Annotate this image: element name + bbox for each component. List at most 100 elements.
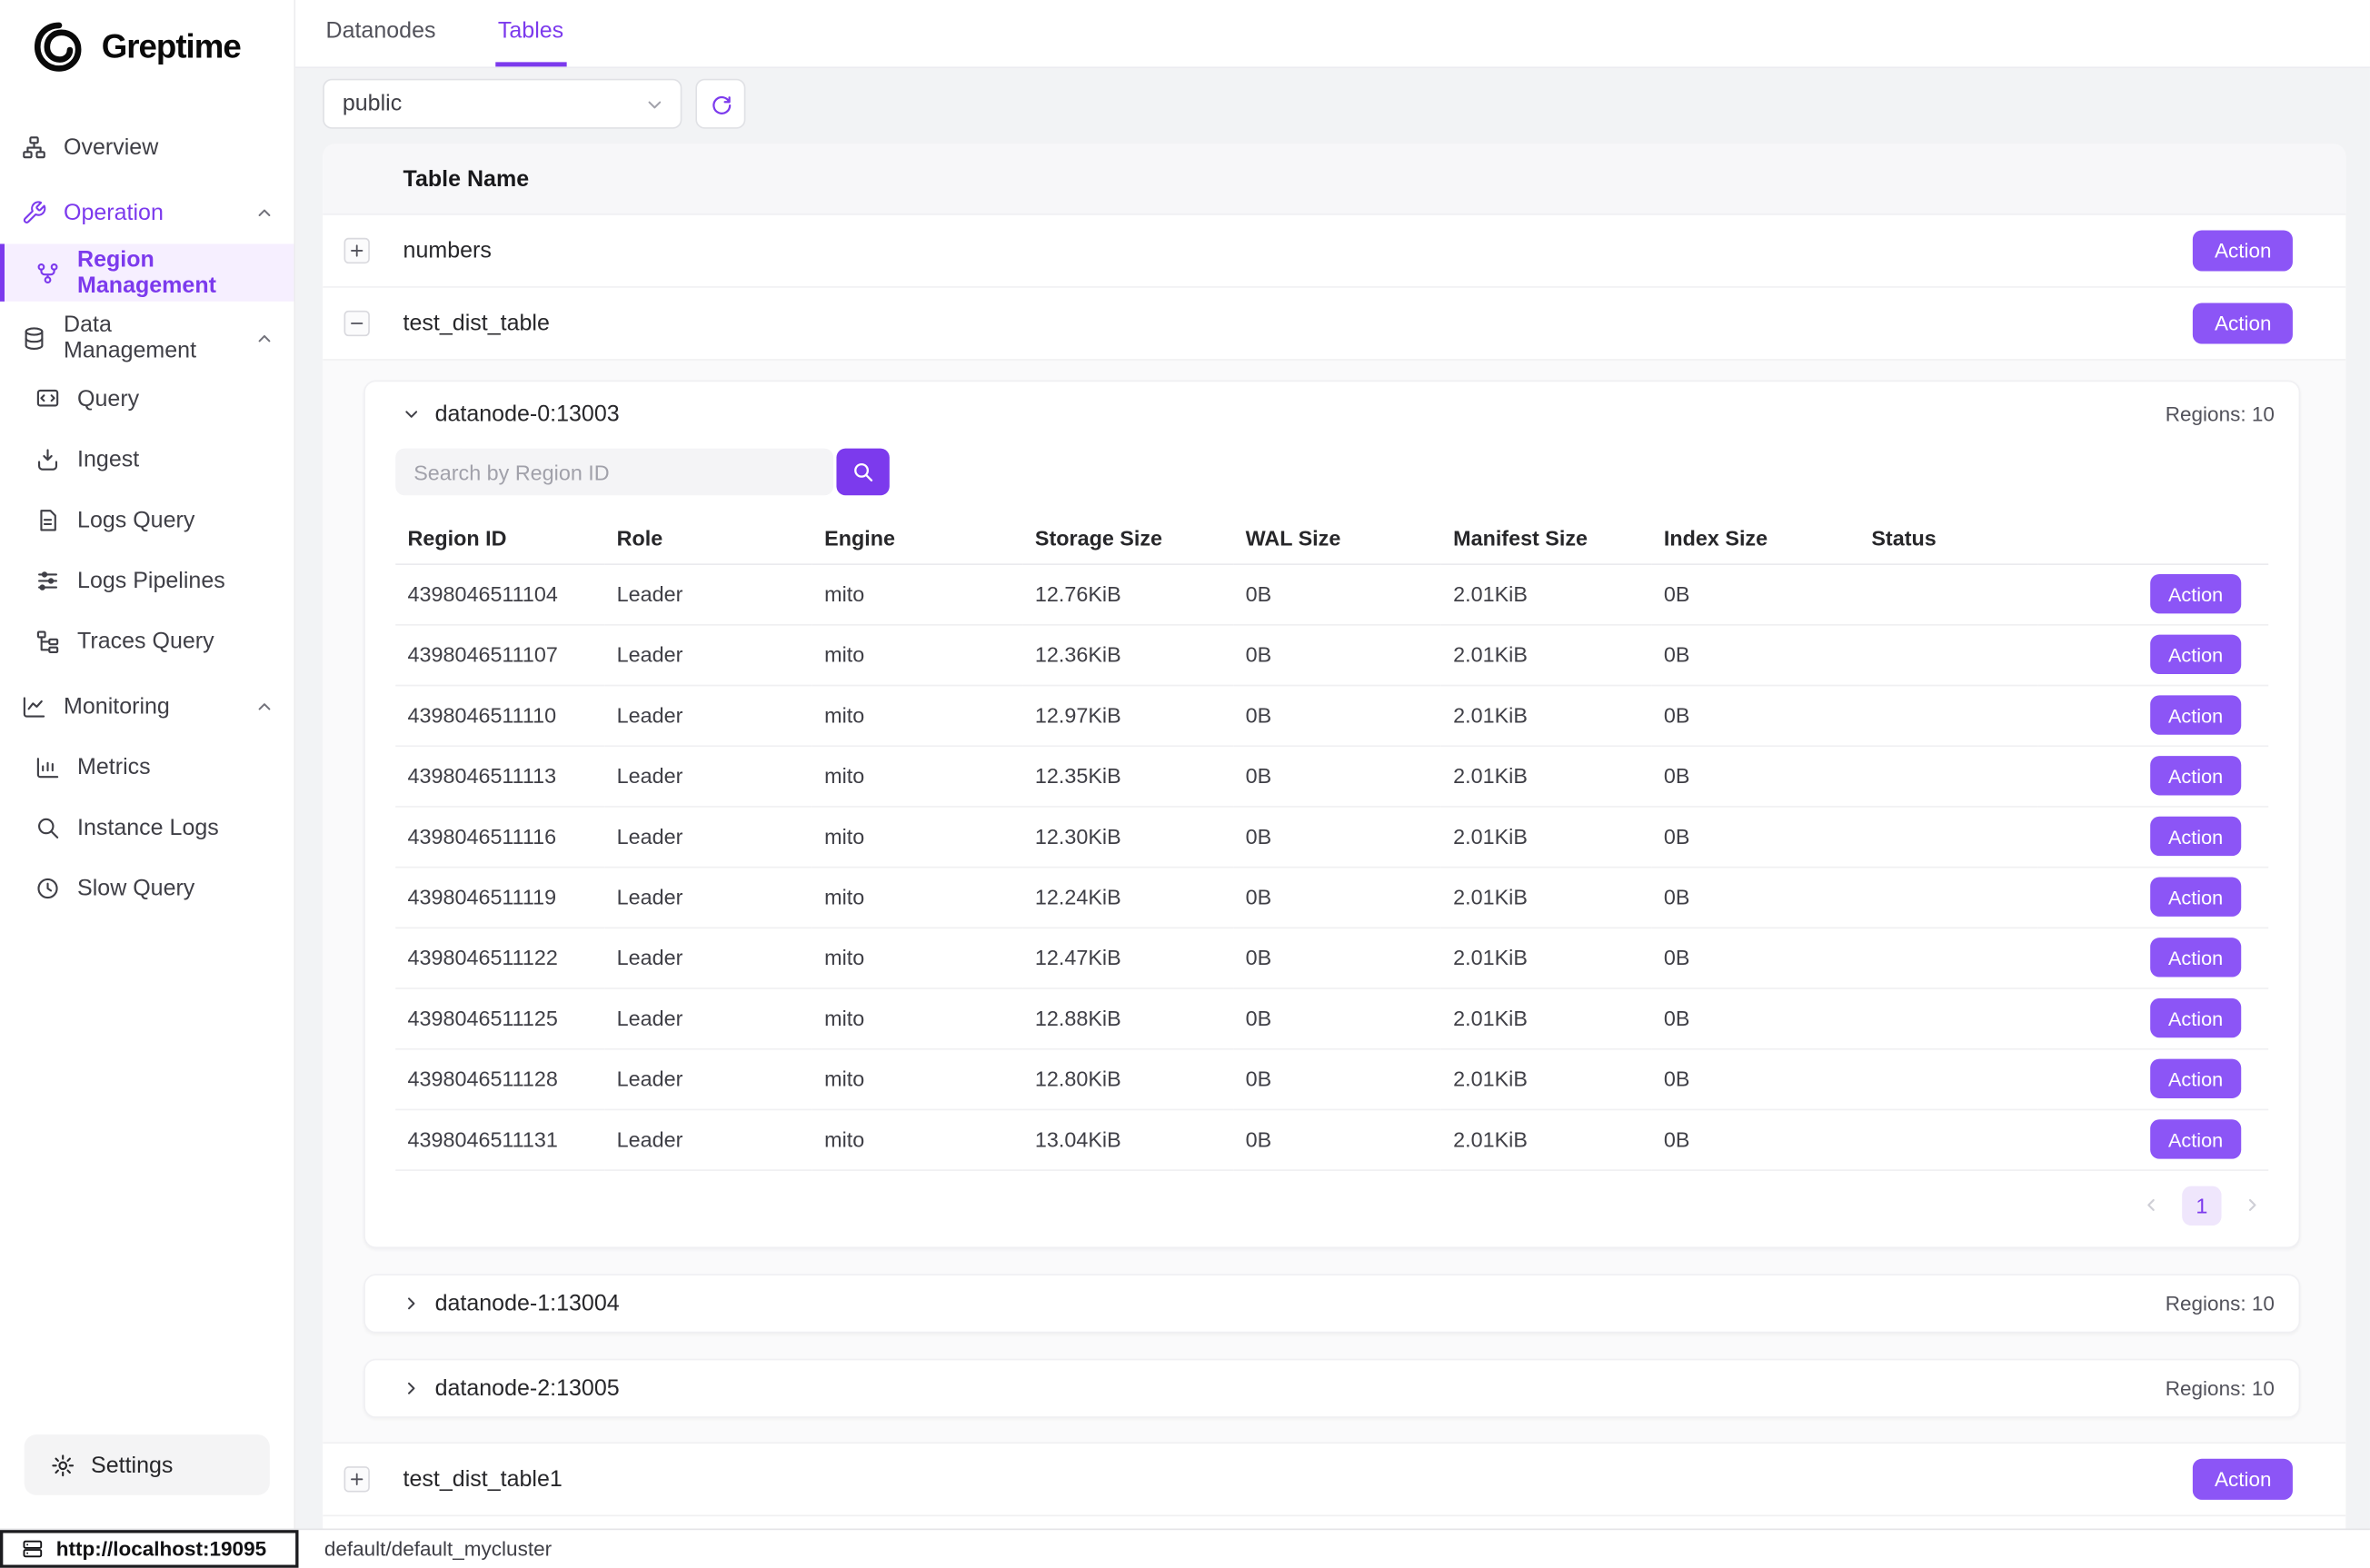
- cell-wal: 0B: [1233, 987, 1440, 1048]
- chevron-up-icon: [254, 203, 274, 223]
- region-branch-icon: [35, 260, 60, 285]
- action-button[interactable]: Action: [2150, 938, 2241, 977]
- page-number[interactable]: 1: [2182, 1186, 2221, 1225]
- line-chart-icon: [21, 693, 46, 719]
- cell-status: [1859, 745, 2038, 806]
- region-row: 4398046511113 Leader mito 12.35KiB 0B 2.…: [395, 745, 2268, 806]
- next-page-icon[interactable]: [2243, 1196, 2263, 1216]
- cell-index: 0B: [1652, 867, 1859, 928]
- action-button[interactable]: Action: [2194, 303, 2293, 344]
- cell-wal: 0B: [1233, 928, 1440, 988]
- sidebar-item-region-management[interactable]: Region Management: [0, 243, 294, 301]
- sidebar-item-operation[interactable]: Operation: [0, 184, 294, 241]
- brand-logo[interactable]: Greptime: [0, 0, 294, 94]
- action-button[interactable]: Action: [2150, 998, 2241, 1037]
- cell-manifest: 2.01KiB: [1441, 1048, 1652, 1109]
- collapse-minus-icon[interactable]: [344, 311, 370, 336]
- expand-plus-icon[interactable]: [344, 1465, 370, 1491]
- tables-page: public Table Name: [295, 68, 2370, 1528]
- region-row: 4398046511122 Leader mito 12.47KiB 0B 2.…: [395, 928, 2268, 988]
- statusbar: http://localhost:19095 default/default_m…: [0, 1529, 2370, 1568]
- cell-role: Leader: [604, 624, 812, 685]
- cell-status: [1859, 1048, 2038, 1109]
- datanode-header[interactable]: datanode-2:13005 Regions: 10: [365, 1360, 2299, 1416]
- greptime-spiral-icon: [30, 18, 87, 75]
- sidebar-item-ingest[interactable]: Ingest: [0, 431, 294, 488]
- cell-wal: 0B: [1233, 685, 1440, 746]
- action-button[interactable]: Action: [2150, 817, 2241, 856]
- cell-storage: 12.36KiB: [1023, 624, 1234, 685]
- sidebar-item-label: Region Management: [77, 247, 294, 299]
- cell-storage: 12.30KiB: [1023, 806, 1234, 867]
- action-button[interactable]: Action: [2194, 1458, 2293, 1499]
- cell-region-id: 4398046511122: [395, 928, 604, 988]
- region-header-row: Region ID Role Engine Storage Size WAL S…: [395, 513, 2268, 563]
- database-icon: [21, 325, 46, 351]
- expand-column: [323, 238, 403, 263]
- sidebar-item-logs-query[interactable]: Logs Query: [0, 491, 294, 548]
- regions-count: Regions: 10: [2166, 1376, 2275, 1399]
- chevron-right-icon: [402, 1378, 422, 1398]
- datanode-card: datanode-1:13004 Regions: 10: [363, 1274, 2300, 1333]
- chevron-down-icon: [402, 403, 422, 423]
- cell-role: Leader: [604, 685, 812, 746]
- settings-button[interactable]: Settings: [25, 1434, 270, 1495]
- pipeline-sliders-icon: [35, 567, 60, 592]
- action-button[interactable]: Action: [2150, 574, 2241, 613]
- sidebar-item-slow-query[interactable]: Slow Query: [0, 858, 294, 916]
- column-header-region-id: Region ID: [395, 513, 604, 563]
- refresh-button[interactable]: [695, 79, 745, 129]
- magnifier-icon: [35, 814, 60, 839]
- tab-tables[interactable]: Tables: [495, 0, 567, 66]
- cell-manifest: 2.01KiB: [1441, 928, 1652, 988]
- datanode-header[interactable]: datanode-0:13003 Regions: 10: [365, 382, 2299, 445]
- action-button[interactable]: Action: [2194, 230, 2293, 271]
- action-button[interactable]: Action: [2150, 756, 2241, 795]
- cell-engine: mito: [812, 685, 1023, 746]
- cell-wal: 0B: [1233, 867, 1440, 928]
- region-row: 4398046511131 Leader mito 13.04KiB 0B 2.…: [395, 1109, 2268, 1170]
- region-search-input[interactable]: [395, 449, 833, 496]
- action-button[interactable]: Action: [2150, 1119, 2241, 1158]
- gear-icon: [50, 1452, 75, 1477]
- sidebar-item-label: Overview: [64, 134, 158, 160]
- sidebar-item-instance-logs[interactable]: Instance Logs: [0, 799, 294, 856]
- main-row: Greptime Overview Operation Region Manag…: [0, 0, 2370, 1529]
- expand-column: [323, 1465, 403, 1491]
- cell-engine: mito: [812, 806, 1023, 867]
- cell-region-id: 4398046511125: [395, 987, 604, 1048]
- sidebar-item-overview[interactable]: Overview: [0, 118, 294, 175]
- tab-datanodes[interactable]: Datanodes: [323, 0, 439, 66]
- search-button[interactable]: [836, 449, 889, 496]
- cell-storage: 12.47KiB: [1023, 928, 1234, 988]
- action-button[interactable]: Action: [2150, 695, 2241, 734]
- sidebar-item-traces-query[interactable]: Traces Query: [0, 612, 294, 670]
- cell-region-id: 4398046511116: [395, 806, 604, 867]
- cell-status: [1859, 685, 2038, 746]
- action-button[interactable]: Action: [2150, 1059, 2241, 1098]
- cell-engine: mito: [812, 928, 1023, 988]
- database-select[interactable]: public: [323, 79, 682, 129]
- prev-page-icon[interactable]: [2141, 1196, 2161, 1216]
- sidebar-item-query[interactable]: Query: [0, 370, 294, 427]
- cell-region-id: 4398046511113: [395, 745, 604, 806]
- sidebar-item-monitoring[interactable]: Monitoring: [0, 677, 294, 734]
- cluster-overview-icon: [21, 134, 46, 160]
- sidebar-item-metrics[interactable]: Metrics: [0, 738, 294, 795]
- sidebar-item-data-management[interactable]: Data Management: [0, 309, 294, 366]
- cell-storage: 12.88KiB: [1023, 987, 1234, 1048]
- sidebar-item-label: Instance Logs: [77, 814, 219, 839]
- sidebar-item-logs-pipelines[interactable]: Logs Pipelines: [0, 551, 294, 609]
- cell-storage: 12.76KiB: [1023, 563, 1234, 624]
- cell-engine: mito: [812, 867, 1023, 928]
- datanode-name: datanode-2:13005: [435, 1374, 620, 1400]
- action-button[interactable]: Action: [2150, 877, 2241, 916]
- datanode-header[interactable]: datanode-1:13004 Regions: 10: [365, 1275, 2299, 1331]
- search-icon: [851, 461, 874, 483]
- connection-host[interactable]: http://localhost:19095: [0, 1530, 298, 1568]
- expand-plus-icon[interactable]: [344, 238, 370, 263]
- datanode-card: datanode-0:13003 Regions: 10: [363, 381, 2300, 1248]
- cell-role: Leader: [604, 563, 812, 624]
- cell-role: Leader: [604, 987, 812, 1048]
- action-button[interactable]: Action: [2150, 635, 2241, 674]
